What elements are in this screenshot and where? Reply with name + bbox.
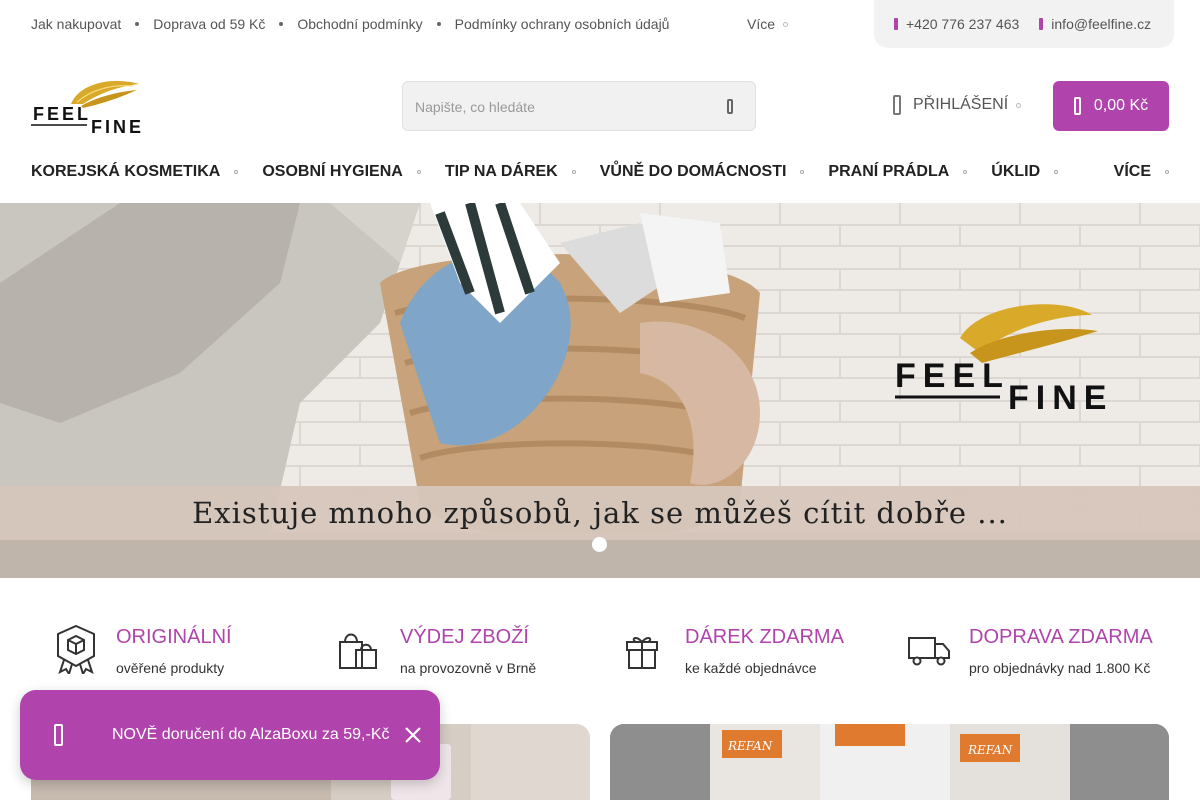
benefit-title: ORIGINÁLNÍ xyxy=(116,626,232,648)
email-link[interactable]: info@feelfine.cz xyxy=(1039,16,1151,32)
cart-button[interactable]: 0,00 Kč xyxy=(1053,81,1169,131)
logo-text-fine: FINE xyxy=(91,117,144,136)
notification-text: NOVĚ doručení do AlzaBoxu za 59,-Kč xyxy=(112,726,390,743)
logo-text-feel: FEEL xyxy=(33,104,91,124)
phone-number: +420 776 237 463 xyxy=(906,16,1020,32)
hero-banner[interactable]: FEEL FINE Existuje mnoho způsobů, jak se… xyxy=(0,203,1200,578)
benefit-subtitle: na provozovně v Brně xyxy=(400,660,537,676)
benefit-subtitle: ověřené produkty xyxy=(116,660,225,676)
top-link-privacy[interactable]: Podmínky ochrany osobních údajů xyxy=(455,16,670,32)
user-icon xyxy=(893,95,901,115)
phone-link[interactable]: +420 776 237 463 xyxy=(894,16,1019,32)
chevron-down-icon xyxy=(416,170,421,174)
brand-label-1: REFAN xyxy=(727,739,773,753)
benefits-row: ORIGINÁLNÍ ověřené produkty VÝDEJ ZBOŽÍ … xyxy=(0,620,1200,680)
nav-item-korean-cosmetics[interactable]: KOREJSKÁ KOSMETIKA xyxy=(31,163,239,181)
benefit-subtitle: ke každé objednávce xyxy=(685,660,817,676)
search-input[interactable] xyxy=(415,96,705,118)
nav-item-laundry[interactable]: PRANÍ PRÁDLA xyxy=(828,163,968,181)
nav-item-label: PRANÍ PRÁDLA xyxy=(828,163,950,180)
top-link-shipping[interactable]: Doprava od 59 Kč xyxy=(153,16,265,32)
benefit-title: DÁREK ZDARMA xyxy=(685,626,844,648)
separator-dot xyxy=(279,22,284,26)
nav-item-label: VŮNĚ DO DOMÁCNOSTI xyxy=(599,163,787,180)
contact-box: +420 776 237 463 info@feelfine.cz xyxy=(874,0,1174,48)
cart-icon xyxy=(1073,97,1081,115)
nav-item-label: OSOBNÍ HYGIENA xyxy=(262,163,403,180)
chevron-down-icon xyxy=(1165,170,1169,174)
benefit-title: DOPRAVA ZDARMA xyxy=(969,626,1153,648)
top-more-dropdown[interactable]: Více xyxy=(747,16,789,32)
nav-more-label: VÍCE xyxy=(1113,163,1151,180)
separator-dot xyxy=(135,22,140,26)
promo-card-right[interactable]: REFAN REFAN xyxy=(610,724,1169,800)
slider-dot[interactable] xyxy=(592,537,607,552)
chevron-down-icon xyxy=(783,21,789,27)
login-label: PŘIHLÁŠENÍ xyxy=(913,96,1009,113)
login-button[interactable]: PŘIHLÁŠENÍ xyxy=(893,95,1022,115)
top-link-terms[interactable]: Obchodní podmínky xyxy=(297,16,422,32)
nav-item-gift-tips[interactable]: TIP NA DÁREK xyxy=(445,163,576,181)
main-nav: KOREJSKÁ KOSMETIKA OSOBNÍ HYGIENA TIP NA… xyxy=(31,160,1169,184)
gift-icon xyxy=(626,636,658,669)
nav-item-label: TIP NA DÁREK xyxy=(444,163,558,180)
notification-toast: NOVĚ doručení do AlzaBoxu za 59,-Kč xyxy=(20,690,440,780)
email-address: info@feelfine.cz xyxy=(1051,16,1152,32)
envelope-icon xyxy=(1039,18,1044,30)
hero-caption: Existuje mnoho způsobů, jak se můžeš cít… xyxy=(0,486,1200,540)
chevron-down-icon xyxy=(571,170,576,174)
separator-dot xyxy=(436,22,441,26)
nav-item-label: KOREJSKÁ KOSMETIKA xyxy=(31,163,221,180)
promo-image-right: REFAN REFAN xyxy=(610,724,1169,800)
truck-icon xyxy=(908,637,950,666)
nav-item-personal-hygiene[interactable]: OSOBNÍ HYGIENA xyxy=(262,163,421,181)
chevron-down-icon xyxy=(234,170,239,174)
package-icon xyxy=(54,724,63,746)
benefit-title: VÝDEJ ZBOŽÍ xyxy=(400,626,529,648)
shopping-bags-icon xyxy=(339,633,377,669)
hero-logo-feel: FEEL xyxy=(895,357,1010,395)
nav-item-label: ÚKLID xyxy=(991,163,1041,180)
close-icon[interactable] xyxy=(404,726,422,744)
top-links: Jak nakupovat Doprava od 59 Kč Obchodní … xyxy=(31,16,669,32)
benefit-subtitle: pro objednávky nad 1.800 Kč xyxy=(969,660,1151,676)
badge-icon xyxy=(57,624,95,674)
site-logo[interactable]: FEEL FINE xyxy=(31,76,149,137)
chevron-down-icon xyxy=(1016,102,1022,108)
phone-icon xyxy=(894,18,898,30)
top-link-how-to-buy[interactable]: Jak nakupovat xyxy=(31,16,121,32)
chevron-down-icon xyxy=(963,170,968,174)
nav-item-cleaning[interactable]: ÚKLID xyxy=(991,163,1059,181)
chevron-down-icon xyxy=(800,170,805,174)
chevron-down-icon xyxy=(1054,170,1059,174)
brand-label-2: REFAN xyxy=(967,743,1013,757)
search-icon[interactable] xyxy=(727,99,733,114)
nav-more[interactable]: VÍCE xyxy=(1114,163,1169,181)
top-bar: Jak nakupovat Doprava od 59 Kč Obchodní … xyxy=(0,0,1200,48)
search-box xyxy=(402,81,756,131)
cart-total: 0,00 Kč xyxy=(1093,97,1149,114)
top-more-label: Více xyxy=(747,16,776,32)
hero-logo-fine: FINE xyxy=(1008,379,1113,417)
nav-item-home-fragrances[interactable]: VŮNĚ DO DOMÁCNOSTI xyxy=(600,163,805,181)
